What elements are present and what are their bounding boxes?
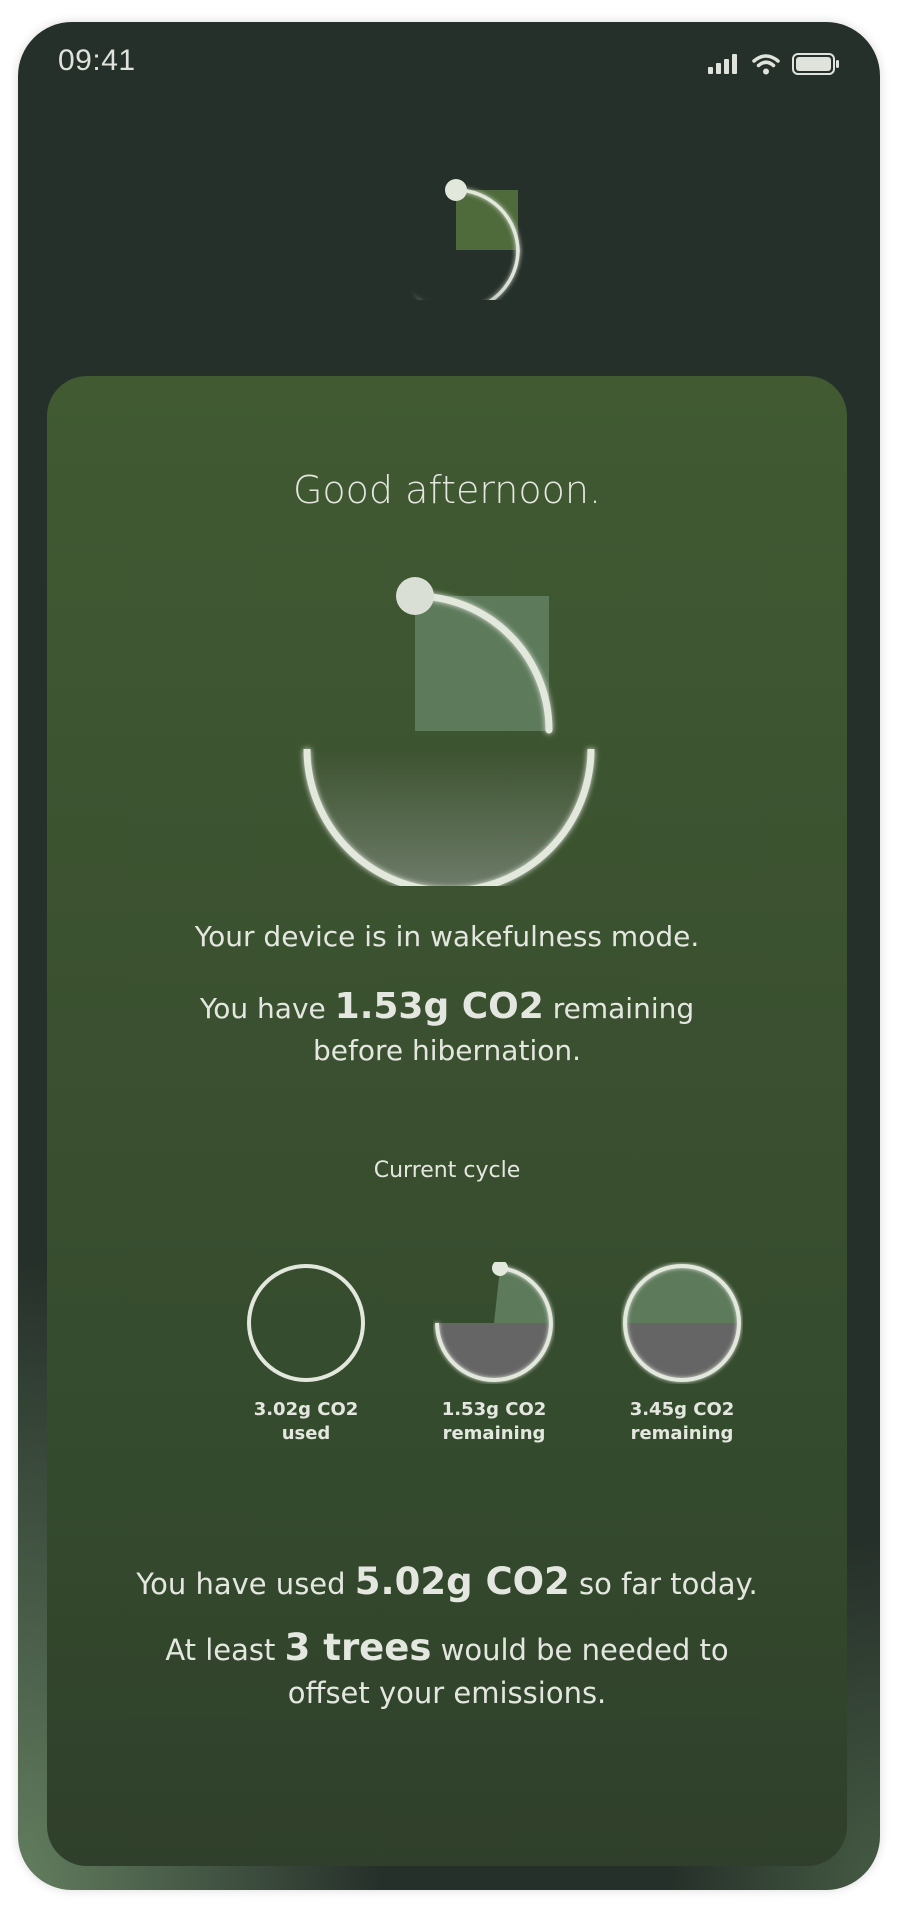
cycle-current-caption: 1.53g CO2 remaining [414,1398,574,1446]
cycle-current-ring [435,1262,553,1382]
remaining-prefix: You have [199,992,335,1025]
remaining-amount: 1.53g CO2 [334,986,544,1027]
summary-card: Good afternoon. Your device is in wakefu… [47,376,847,1866]
trees-prefix: At least [165,1633,285,1667]
dial-handle[interactable] [396,577,434,615]
hibernation-dial [303,577,595,886]
greeting-heading: Good afternoon. [292,468,602,512]
cellular-signal-icon [708,54,737,74]
battery-icon [792,53,839,75]
cycle-current[interactable]: 1.53g CO2 remaining [414,1262,574,1446]
current-cycle-label: Current cycle [373,1158,521,1183]
cycle-next-amount: 3.45g CO2 [629,1399,735,1420]
today-prefix: You have used [136,1567,355,1601]
cycle-next[interactable]: 3.45g CO2 remaining [602,1262,762,1446]
cycle-used[interactable]: 3.02g CO2 used [226,1262,386,1446]
today-suffix: so far today. [569,1567,758,1601]
status-icons [708,52,840,76]
today-usage-text: You have used 5.02g CO2 so far today. [47,1560,847,1603]
trees-offset-text: At least 3 trees would be needed to offs… [157,1626,737,1715]
device-mode-text: Your device is in wakefulness mode. [194,920,700,953]
status-bar: 09:41 [18,22,880,112]
dial-lower-half [307,749,591,886]
phone-screen: 09:41 Good afternoon. Your device is in … [18,22,880,1890]
wifi-icon [752,54,780,75]
cycle-used-label: used [281,1423,331,1444]
cycle-used-caption: 3.02g CO2 used [226,1398,386,1446]
cycle-used-amount: 3.02g CO2 [253,1399,359,1420]
status-time: 09:41 [58,44,136,77]
cycle-used-ring [247,1264,365,1382]
cycle-next-ring [623,1264,741,1382]
logo-dial-icon [409,179,520,300]
cycle-current-label: remaining [442,1423,546,1444]
today-amount: 5.02g CO2 [354,1560,570,1603]
cycle-indicators: 3.02g CO2 used 1.53g CO2 remaining 3.45g… [47,1262,847,1482]
cycle-next-caption: 3.45g CO2 remaining [602,1398,762,1446]
cycle-next-label: remaining [630,1423,734,1444]
cycle-current-amount: 1.53g CO2 [441,1399,547,1420]
remaining-text: You have 1.53g CO2 remaining before hibe… [167,986,727,1072]
trees-amount: 3 trees [284,1626,432,1669]
